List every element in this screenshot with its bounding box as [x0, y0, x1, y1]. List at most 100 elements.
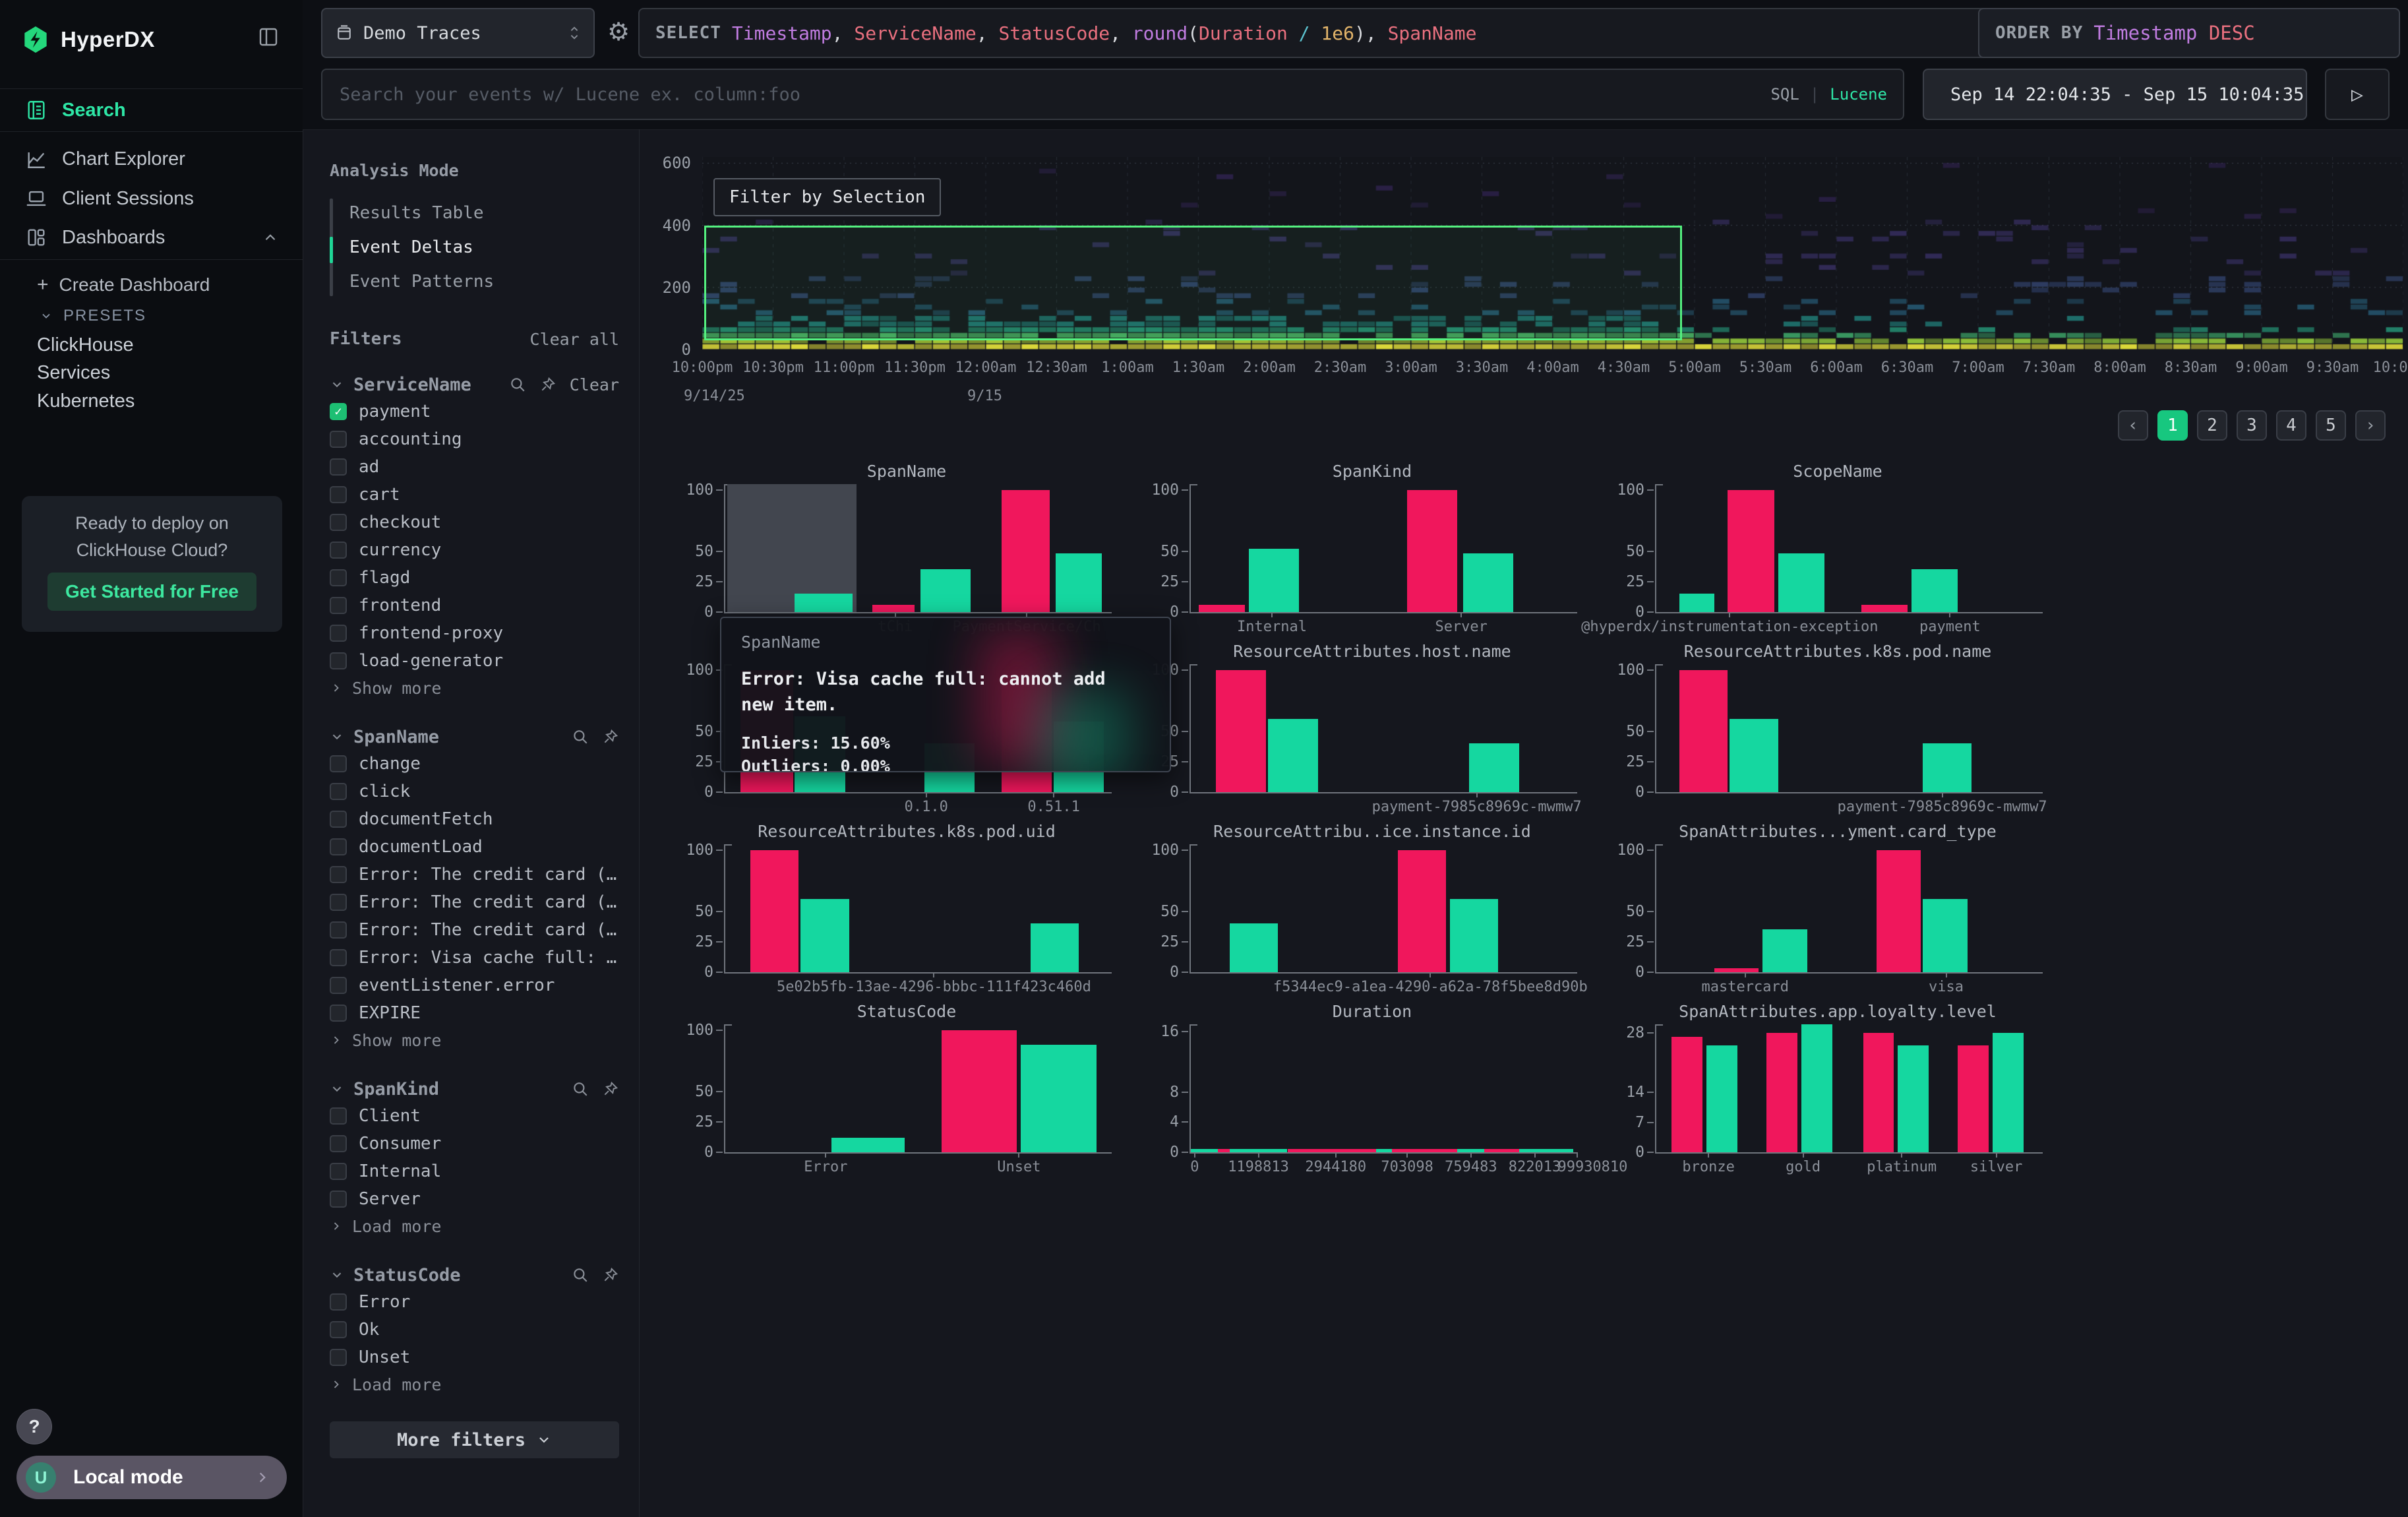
- mini-chart-payment-card-type[interactable]: SpanAttributes...yment.card_type10050250…: [1623, 822, 2052, 995]
- date-range-picker[interactable]: Sep 14 22:04:35 - Sep 15 10:04:35: [1923, 69, 2307, 120]
- mini-chart-loyalty-level[interactable]: SpanAttributes.app.loyalty.level281470br…: [1623, 1002, 2052, 1175]
- bar-green[interactable]: [795, 594, 853, 612]
- mini-chart-service-instance-id[interactable]: ResourceAttribu..ice.instance.id10050250…: [1158, 822, 1586, 995]
- chevron-down-icon[interactable]: [330, 729, 344, 744]
- sidebar-item-client-sessions[interactable]: Client Sessions: [0, 180, 303, 217]
- checkbox[interactable]: [330, 486, 347, 503]
- more-filters-button[interactable]: More filters: [330, 1421, 619, 1458]
- checkbox[interactable]: [330, 949, 347, 966]
- checkbox[interactable]: [330, 866, 347, 883]
- filter-item-expire[interactable]: EXPIRE: [330, 999, 619, 1027]
- bar-pink[interactable]: [1216, 670, 1266, 792]
- filter-item-checkout[interactable]: checkout: [330, 509, 619, 536]
- presets-toggle[interactable]: PRESETS: [0, 300, 303, 332]
- clear-all-button[interactable]: Clear all: [530, 330, 619, 349]
- filter-item-unset[interactable]: Unset: [330, 1344, 619, 1371]
- bar-green[interactable]: [1268, 719, 1318, 792]
- sidebar-item-dashboards[interactable]: Dashboards: [0, 219, 303, 256]
- bar-green[interactable]: [1801, 1024, 1832, 1152]
- filter-item-internal[interactable]: Internal: [330, 1158, 619, 1185]
- checkbox[interactable]: [330, 514, 347, 531]
- bar-green[interactable]: [1911, 569, 1958, 612]
- bar-green[interactable]: [1031, 923, 1079, 972]
- pagination-page-5[interactable]: 5: [2316, 410, 2346, 441]
- checkbox-checked[interactable]: ✓: [330, 403, 347, 420]
- chevron-down-icon[interactable]: [330, 1268, 344, 1282]
- checkbox[interactable]: [330, 838, 347, 855]
- bar-pink[interactable]: [750, 850, 798, 972]
- filter-item-load-generator[interactable]: load-generator: [330, 647, 619, 675]
- bar-green[interactable]: [1730, 719, 1778, 792]
- bar-green[interactable]: [1021, 1045, 1096, 1152]
- gear-icon[interactable]: ⚙: [607, 17, 630, 46]
- filter-item-flagd[interactable]: flagd: [330, 564, 619, 592]
- mini-chart-span-name[interactable]: SpanName10050250tChiPaymentService/Ch: [692, 462, 1121, 635]
- search-icon[interactable]: [572, 728, 589, 745]
- filter-item-error[interactable]: Error: [330, 1288, 619, 1316]
- bar-green[interactable]: [1469, 743, 1519, 792]
- mini-chart-host-name[interactable]: ResourceAttributes.host.name10050250paym…: [1158, 642, 1586, 815]
- pin-icon[interactable]: [539, 376, 557, 393]
- checkbox[interactable]: [330, 1349, 347, 1366]
- mini-chart-duration[interactable]: Duration16840011988132944180703098759483…: [1158, 1002, 1586, 1175]
- lucene-toggle[interactable]: Lucene: [1830, 85, 1887, 104]
- filter-item-documentload[interactable]: documentLoad: [330, 833, 619, 861]
- bar-pink[interactable]: [1407, 490, 1457, 612]
- bar-green[interactable]: [1463, 553, 1513, 612]
- filter-item-change[interactable]: change: [330, 750, 619, 778]
- checkbox[interactable]: [330, 597, 347, 614]
- checkbox[interactable]: [330, 542, 347, 559]
- filter-item-click[interactable]: click: [330, 778, 619, 805]
- bar-green[interactable]: [1923, 899, 1967, 972]
- filter-item-frontend-proxy[interactable]: frontend-proxy: [330, 619, 619, 647]
- sidebar-item-kubernetes[interactable]: Kubernetes: [0, 385, 303, 417]
- filter-item-client[interactable]: Client: [330, 1102, 619, 1130]
- filter-item-frontend[interactable]: frontend: [330, 592, 619, 619]
- pagination-prev[interactable]: ‹: [2118, 410, 2148, 441]
- mini-chart-k8s-pod-uid[interactable]: ResourceAttributes.k8s.pod.uid100502505e…: [692, 822, 1121, 995]
- analysis-mode-option-event-patterns[interactable]: Event Patterns: [330, 264, 619, 299]
- filter-more-button[interactable]: Show more: [330, 675, 619, 701]
- sql-toggle[interactable]: SQL: [1770, 85, 1799, 104]
- bar-pink[interactable]: [1728, 490, 1774, 612]
- analysis-mode-option-event-deltas[interactable]: Event Deltas: [330, 230, 619, 264]
- pagination-page-1[interactable]: 1: [2157, 410, 2188, 441]
- checkbox[interactable]: [330, 1293, 347, 1311]
- pagination-page-2[interactable]: 2: [2197, 410, 2227, 441]
- filter-more-button[interactable]: Load more: [330, 1213, 619, 1239]
- checkbox[interactable]: [330, 811, 347, 828]
- bar-pink[interactable]: [1958, 1045, 1989, 1152]
- filter-more-button[interactable]: Show more: [330, 1027, 619, 1053]
- pagination-page-3[interactable]: 3: [2237, 410, 2267, 441]
- bar-green[interactable]: [1249, 549, 1299, 612]
- bar-green[interactable]: [800, 899, 849, 972]
- bar-pink[interactable]: [1671, 1037, 1702, 1152]
- bar-pink[interactable]: [1877, 850, 1921, 972]
- bar-pink[interactable]: [872, 605, 915, 612]
- mini-chart-scope-name[interactable]: ScopeName10050250@hyperdx/instrumentatio…: [1623, 462, 2052, 635]
- filter-by-selection-button[interactable]: Filter by Selection: [713, 178, 941, 216]
- chevron-down-icon[interactable]: [330, 1082, 344, 1096]
- checkbox[interactable]: [330, 1163, 347, 1180]
- filter-item-cart[interactable]: cart: [330, 481, 619, 509]
- checkbox[interactable]: [330, 625, 347, 642]
- bar-pink[interactable]: [1002, 490, 1050, 612]
- checkbox[interactable]: [330, 755, 347, 772]
- get-started-button[interactable]: Get Started for Free: [47, 573, 256, 611]
- sidebar-item-clickhouse[interactable]: ClickHouse: [0, 329, 303, 361]
- filter-item-payment[interactable]: ✓payment: [330, 398, 619, 425]
- sidebar-item-services[interactable]: Services: [0, 357, 303, 388]
- checkbox[interactable]: [330, 1005, 347, 1022]
- pin-icon[interactable]: [602, 1080, 619, 1098]
- duration-heatmap[interactable]: [702, 157, 2403, 350]
- bar-pink[interactable]: [1679, 670, 1728, 792]
- checkbox[interactable]: [330, 1135, 347, 1152]
- pagination-page-4[interactable]: 4: [2276, 410, 2306, 441]
- pin-icon[interactable]: [602, 728, 619, 745]
- checkbox[interactable]: [330, 1321, 347, 1338]
- heatmap-selection-box[interactable]: [704, 226, 1683, 340]
- filter-item-currency[interactable]: currency: [330, 536, 619, 564]
- checkbox[interactable]: [330, 1107, 347, 1125]
- bar-green[interactable]: [1230, 923, 1278, 972]
- chevron-up-icon[interactable]: [262, 229, 279, 246]
